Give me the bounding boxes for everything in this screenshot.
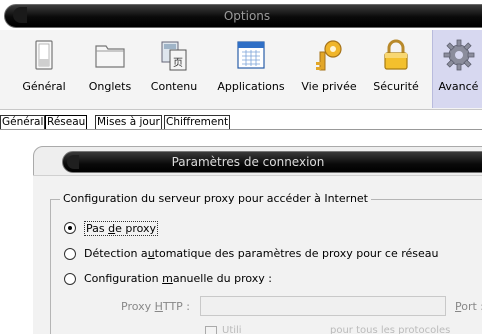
radio-label: Pas de proxy: [84, 221, 159, 236]
window-title: Options: [223, 9, 271, 23]
subtab-updates[interactable]: Mises à jour: [95, 115, 162, 129]
key-icon: [316, 40, 342, 71]
toolbar-label: Onglets: [88, 80, 132, 93]
radio-button-selected[interactable]: [64, 222, 76, 234]
radio-button[interactable]: [64, 248, 76, 260]
subtab-general[interactable]: Général: [0, 115, 46, 129]
general-switch-icon: [35, 40, 53, 70]
padlock-icon: [384, 39, 408, 70]
toolbar-item-content[interactable]: 页 Contenu: [144, 30, 204, 108]
toolbar-label: Général: [22, 80, 66, 93]
toolbar-item-general[interactable]: Général: [14, 30, 74, 108]
tab-content-divider: [0, 129, 482, 130]
toolbar-label: Sécurité: [373, 80, 419, 93]
gear-icon: [443, 39, 474, 71]
svg-text:页: 页: [173, 57, 183, 69]
proxy-group-label: Configuration du serveur proxy pour accé…: [60, 192, 371, 205]
radio-auto-detect[interactable]: Détection automatique des paramètres de …: [64, 247, 474, 263]
dialog-title-bar[interactable]: Paramètres de connexion: [62, 151, 482, 173]
toolbar-item-tabs[interactable]: Onglets: [80, 30, 140, 108]
toolbar-item-applications[interactable]: Applications: [214, 30, 288, 108]
toolbar-label: Applications: [217, 80, 285, 93]
advanced-subtabs: Général Réseau Mises à jour Chiffrement: [0, 111, 482, 129]
radio-manual-config[interactable]: Configuration manuelle du proxy :: [64, 272, 324, 288]
subtab-network[interactable]: Réseau: [45, 115, 88, 129]
preferences-toolbar: Général Onglets 页 Contenu Applications V…: [0, 30, 482, 110]
toolbar-label: Avancé: [438, 80, 479, 93]
radio-button[interactable]: [64, 273, 76, 285]
dialog-title: Paramètres de connexion: [171, 155, 325, 169]
toolbar-label: Vie privée: [301, 80, 357, 93]
applications-window-icon: [237, 41, 265, 69]
toolbar-item-security[interactable]: Sécurité: [367, 30, 425, 108]
port-label: Port :: [455, 300, 482, 313]
radio-no-proxy[interactable]: Pas de proxy: [64, 221, 204, 237]
same-proxy-label-start: Utili: [222, 325, 242, 334]
window-title-bar[interactable]: Options: [4, 4, 482, 28]
proxy-http-input[interactable]: [200, 296, 446, 316]
same-proxy-label-end: pour tous les protocoles: [330, 325, 451, 334]
toolbar-item-advanced[interactable]: Avancé: [432, 30, 482, 108]
content-document-icon: 页: [161, 41, 187, 71]
radio-label: Détection automatique des paramètres de …: [84, 247, 439, 260]
proxy-http-label: Proxy HTTP :: [121, 300, 191, 313]
same-proxy-checkbox[interactable]: [205, 326, 217, 334]
subtab-encryption[interactable]: Chiffrement: [164, 115, 231, 129]
tabs-folder-icon: [95, 45, 125, 68]
radio-label: Configuration manuelle du proxy :: [84, 272, 272, 285]
toolbar-label: Contenu: [150, 80, 198, 93]
toolbar-item-privacy[interactable]: Vie privée: [296, 30, 362, 108]
